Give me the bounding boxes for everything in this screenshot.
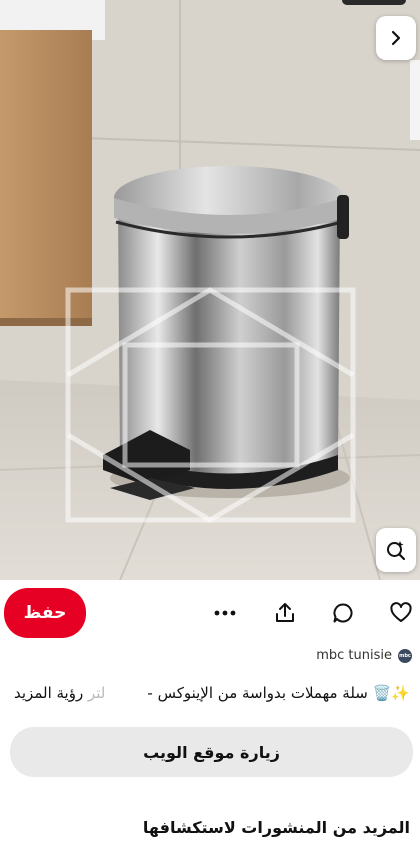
visit-website-button[interactable]: زيارة موقع الويب (10, 727, 413, 777)
chevron-right-icon (391, 30, 401, 46)
more-icon (214, 610, 236, 616)
heart-icon (390, 602, 412, 622)
like-button[interactable] (388, 600, 414, 626)
pin-image[interactable] (0, 0, 420, 580)
next-button[interactable] (376, 16, 416, 60)
share-icon (276, 603, 294, 622)
pin-description: ✨🗑️ سلة مهملات بدواسة من الإينوكس - لتر … (14, 680, 410, 710)
comment-icon (333, 603, 353, 623)
lens-search-icon (387, 541, 406, 561)
source-name: mbc tunisie (316, 648, 392, 663)
description-text: ✨🗑️ سلة مهملات بدواسة من الإينوكس - (147, 684, 410, 702)
more-options-button[interactable] (212, 600, 238, 626)
visual-search-button[interactable] (376, 528, 416, 572)
save-button[interactable]: حفظ (4, 588, 86, 638)
comment-button[interactable] (330, 600, 356, 626)
top-indicator (342, 0, 406, 5)
source-avatar: mbc (398, 648, 412, 663)
source-attribution[interactable]: mbc tunisie mbc (316, 648, 412, 663)
see-more-link[interactable]: لتر رؤية المزيد (14, 684, 105, 702)
action-bar: حفظ (0, 588, 420, 640)
more-posts-heading: المزيد من المنشورات لاستكشافها (142, 818, 410, 837)
trash-can-photo (0, 0, 420, 580)
share-button[interactable] (272, 600, 298, 626)
